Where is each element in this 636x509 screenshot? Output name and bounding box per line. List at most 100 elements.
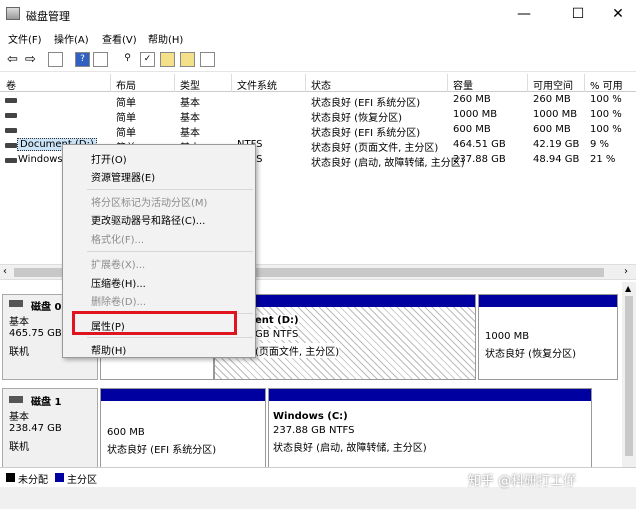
forward-icon[interactable]: ⇨ bbox=[23, 52, 38, 67]
scroll-right-icon[interactable]: › bbox=[624, 266, 628, 277]
close-button[interactable]: ✕ bbox=[596, 0, 636, 28]
menu-view[interactable]: 查看(V) bbox=[102, 31, 137, 46]
vertical-scrollbar[interactable]: ▲ bbox=[622, 282, 636, 467]
menu-item-open[interactable]: 打开(O) bbox=[91, 151, 127, 166]
menu-bar: 文件(F) 操作(A) 查看(V) 帮助(H) bbox=[0, 28, 636, 48]
cell-status: 状态良好 (EFI 系统分区) bbox=[311, 98, 421, 109]
partition-size: GB NTFS bbox=[255, 329, 299, 340]
disk-status: 联机 bbox=[9, 442, 29, 453]
cell-capacity: 260 MB bbox=[453, 94, 491, 105]
cell-capacity: 1000 MB bbox=[453, 109, 498, 120]
menu-item-explorer[interactable]: 资源管理器(E) bbox=[91, 169, 155, 184]
cell-volume: Windows bbox=[18, 154, 63, 165]
primary-swatch bbox=[55, 473, 64, 482]
minimize-button[interactable]: — bbox=[502, 0, 546, 28]
cell-percent-free: 100 % bbox=[590, 109, 622, 120]
help-icon[interactable]: ? bbox=[75, 52, 90, 67]
cell-status: 状态良好 (EFI 系统分区) bbox=[311, 128, 421, 139]
search-folder-icon[interactable] bbox=[180, 52, 195, 67]
disk-type: 基本 bbox=[9, 317, 29, 328]
table-row[interactable]: 简单 基本 状态良好 (EFI 系统分区) 260 MB 260 MB 100 … bbox=[0, 93, 636, 109]
scroll-left-icon[interactable]: ‹ bbox=[3, 266, 7, 277]
menu-item-delete: 删除卷(D)... bbox=[91, 297, 147, 308]
cell-percent-free: 100 % bbox=[590, 94, 622, 105]
toolbar: ⇦ ⇨ ? ⚲ ✓ bbox=[0, 48, 636, 72]
partition-status: 状态良好 (恢复分区) bbox=[485, 349, 576, 360]
partition-status: 状态良好 (EFI 系统分区) bbox=[107, 445, 217, 456]
menu-file[interactable]: 文件(F) bbox=[8, 31, 42, 46]
col-free-space[interactable]: 可用空间 bbox=[533, 77, 573, 92]
disk-type: 基本 bbox=[9, 412, 29, 423]
maximize-button[interactable]: ☐ bbox=[556, 0, 600, 28]
cell-percent-free: 21 % bbox=[590, 154, 616, 165]
cell-layout: 简单 bbox=[116, 113, 136, 124]
menu-help[interactable]: 帮助(H) bbox=[148, 31, 183, 46]
cell-layout: 简单 bbox=[116, 98, 136, 109]
col-capacity[interactable]: 容量 bbox=[453, 77, 473, 92]
back-icon[interactable]: ⇦ bbox=[5, 52, 20, 67]
cell-free-space: 42.19 GB bbox=[533, 139, 580, 150]
menu-item-shrink[interactable]: 压缩卷(H)... bbox=[91, 275, 146, 290]
col-layout[interactable]: 布局 bbox=[116, 77, 136, 92]
legend-unallocated: 未分配 bbox=[18, 475, 48, 486]
partition-status: 状态良好 (启动, 故障转储, 主分区) bbox=[273, 443, 427, 454]
cell-free-space: 600 MB bbox=[533, 124, 571, 135]
cell-percent-free: 9 % bbox=[590, 139, 610, 150]
partition-efi-disk1[interactable]: 600 MB 状态良好 (EFI 系统分区) bbox=[100, 388, 266, 468]
drive-icon bbox=[5, 98, 17, 103]
scroll-thumb[interactable] bbox=[625, 296, 633, 456]
col-percent-free[interactable]: % 可用 bbox=[590, 77, 623, 92]
window-title: 磁盘管理 bbox=[26, 10, 70, 23]
disk-icon bbox=[9, 396, 23, 403]
table-row[interactable]: 简单 基本 状态良好 (EFI 系统分区) 600 MB 600 MB 100 … bbox=[0, 123, 636, 139]
highlight-box bbox=[72, 311, 237, 335]
col-filesystem[interactable]: 文件系统 bbox=[237, 77, 277, 92]
title-bar: 磁盘管理 — ☐ ✕ bbox=[0, 0, 636, 28]
disk-name: 磁盘 0 bbox=[31, 302, 62, 313]
col-volume[interactable]: 卷 bbox=[6, 77, 16, 92]
col-type[interactable]: 类型 bbox=[180, 77, 200, 92]
scroll-up-icon[interactable]: ▲ bbox=[625, 284, 631, 293]
check-icon[interactable]: ✓ bbox=[140, 52, 155, 67]
drive-icon bbox=[5, 143, 17, 148]
unallocated-swatch bbox=[6, 473, 15, 482]
cell-status: 状态良好 (恢复分区) bbox=[311, 113, 402, 124]
partition-size: 237.88 GB NTFS bbox=[273, 425, 355, 436]
list-view-icon[interactable] bbox=[93, 52, 108, 67]
connect-icon[interactable]: ⚲ bbox=[120, 52, 135, 67]
partition-recovery[interactable]: 1000 MB 状态良好 (恢复分区) bbox=[478, 294, 618, 380]
properties-icon[interactable] bbox=[200, 52, 215, 67]
cell-layout: 简单 bbox=[116, 128, 136, 139]
disk-size: 238.47 GB bbox=[9, 423, 62, 434]
menu-item-help[interactable]: 帮助(H) bbox=[91, 342, 126, 357]
console-tree-icon[interactable] bbox=[48, 52, 63, 67]
menu-action[interactable]: 操作(A) bbox=[54, 31, 89, 46]
disk-management-icon bbox=[6, 7, 20, 20]
cell-type: 基本 bbox=[180, 113, 200, 124]
drive-icon bbox=[5, 113, 17, 118]
cell-status: 状态良好 (启动, 故障转储, 主分区) bbox=[311, 158, 465, 169]
partition-windows-c[interactable]: Windows (C:) 237.88 GB NTFS 状态良好 (启动, 故障… bbox=[268, 388, 592, 468]
menu-separator bbox=[87, 337, 253, 338]
cell-percent-free: 100 % bbox=[590, 124, 622, 135]
menu-item-change-letter[interactable]: 更改驱动器号和路径(C)... bbox=[91, 212, 205, 227]
cell-type: 基本 bbox=[180, 98, 200, 109]
menu-item-format: 格式化(F)... bbox=[91, 235, 145, 246]
disk-icon bbox=[9, 300, 23, 307]
partition-size: 1000 MB bbox=[485, 331, 530, 342]
drive-icon bbox=[5, 158, 17, 163]
disk-1-info[interactable]: 磁盘 1 基本 238.47 GB 联机 bbox=[2, 388, 98, 468]
cell-status: 状态良好 (页面文件, 主分区) bbox=[311, 143, 439, 154]
menu-separator bbox=[87, 189, 253, 190]
cell-free-space: 48.94 GB bbox=[533, 154, 580, 165]
menu-separator bbox=[87, 251, 253, 252]
menu-item-extend: 扩展卷(X)... bbox=[91, 260, 146, 271]
table-row[interactable]: 简单 基本 状态良好 (恢复分区) 1000 MB 1000 MB 100 % bbox=[0, 108, 636, 124]
folder-up-icon[interactable] bbox=[160, 52, 175, 67]
drive-icon bbox=[5, 128, 17, 133]
col-status[interactable]: 状态 bbox=[311, 77, 331, 92]
partition-status: (页面文件, 主分区) bbox=[255, 343, 340, 358]
disk-size: 465.75 GB bbox=[9, 328, 62, 339]
menu-item-mark-active: 将分区标记为活动分区(M) bbox=[91, 198, 208, 209]
volume-list-header: 卷 布局 类型 文件系统 状态 容量 可用空间 % 可用 bbox=[0, 74, 636, 92]
